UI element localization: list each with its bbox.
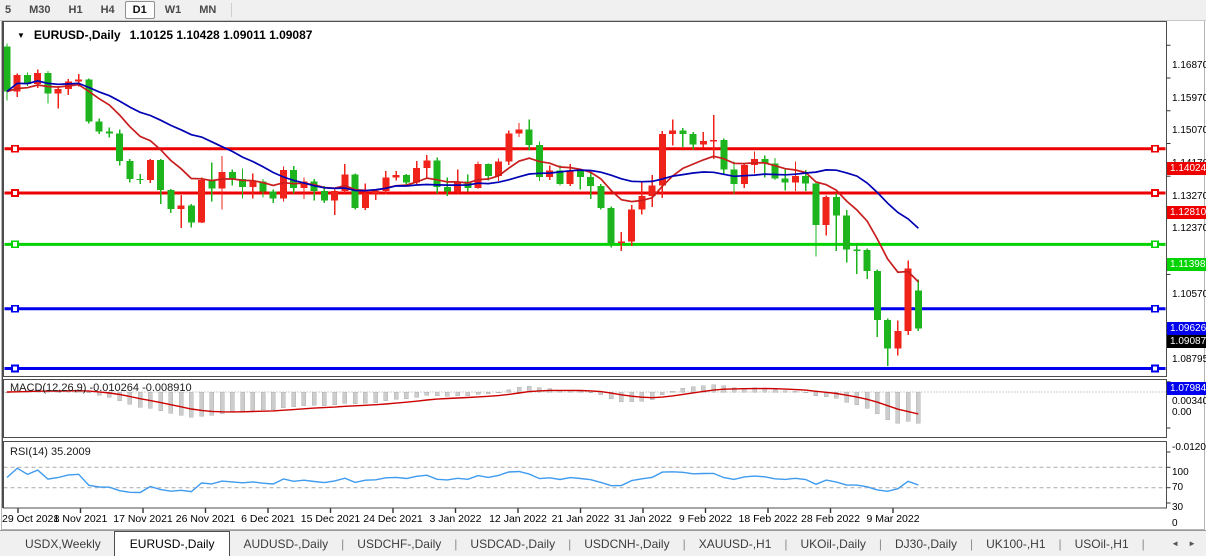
tab-usdcad-daily[interactable]: USDCAD-,Daily: [457, 531, 568, 556]
hline-handle[interactable]: [1152, 146, 1158, 152]
tab-scroll-right-icon[interactable]: ►: [1188, 539, 1196, 548]
hline-handle[interactable]: [12, 146, 18, 152]
tf-button-w1[interactable]: W1: [157, 1, 190, 19]
tf-button-h1[interactable]: H1: [61, 1, 91, 19]
tab-dj30-daily[interactable]: DJ30-,Daily: [882, 531, 970, 556]
hline-handle[interactable]: [12, 241, 18, 247]
tab-separator: |: [1142, 531, 1145, 556]
hline-handle[interactable]: [1152, 190, 1158, 196]
tab-usdcnh-daily[interactable]: USDCNH-,Daily: [571, 531, 682, 556]
toolbar-separator: [231, 3, 232, 17]
tab-ukoil-daily[interactable]: UKOil-,Daily: [788, 531, 879, 556]
tf-button-5[interactable]: 5: [0, 1, 19, 19]
tab-scroll-arrows: ◄►: [1171, 531, 1206, 556]
tf-button-mn[interactable]: MN: [191, 1, 224, 19]
rsi-panel-plot[interactable]: [4, 442, 1167, 509]
hline-handle[interactable]: [12, 366, 18, 372]
symbol-tab-bar: USDX,WeeklyEURUSD-,DailyAUDUSD-,Daily|US…: [0, 530, 1206, 556]
hline-handle[interactable]: [12, 190, 18, 196]
tab-audusd-daily[interactable]: AUDUSD-,Daily: [230, 531, 341, 556]
price-panel-plot[interactable]: [4, 22, 1167, 377]
macd-panel-plot[interactable]: [4, 380, 1167, 438]
hline-handle[interactable]: [1152, 241, 1158, 247]
chart-canvas[interactable]: [0, 20, 1206, 530]
hline-handle[interactable]: [1152, 366, 1158, 372]
timeframe-toolbar: 5M30H1H4D1W1MN: [0, 0, 1206, 21]
tf-button-h4[interactable]: H4: [93, 1, 123, 19]
tf-button-m30[interactable]: M30: [21, 1, 58, 19]
tab-usoil-h1[interactable]: USOil-,H1: [1062, 531, 1142, 556]
tab-scroll-left-icon[interactable]: ◄: [1171, 539, 1179, 548]
tf-button-d1[interactable]: D1: [125, 1, 155, 19]
hline-handle[interactable]: [1152, 306, 1158, 312]
tab-usdx-weekly[interactable]: USDX,Weekly: [12, 531, 114, 556]
tab-uk100-h1[interactable]: UK100-,H1: [973, 531, 1058, 556]
hline-handle[interactable]: [12, 306, 18, 312]
tab-usdchf-daily[interactable]: USDCHF-,Daily: [344, 531, 454, 556]
tab-eurusd-daily[interactable]: EURUSD-,Daily: [114, 531, 231, 556]
tab-xauusd-h1[interactable]: XAUUSD-,H1: [686, 531, 785, 556]
